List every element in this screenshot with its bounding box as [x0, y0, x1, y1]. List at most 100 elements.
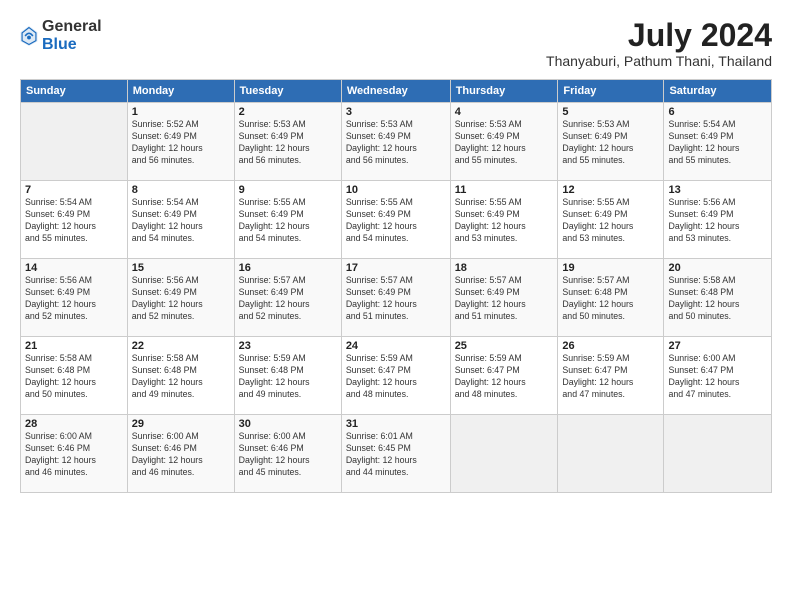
- calendar-week-2: 7Sunrise: 5:54 AMSunset: 6:49 PMDaylight…: [21, 181, 772, 259]
- day-number: 2: [239, 106, 337, 118]
- calendar-cell: 20Sunrise: 5:58 AMSunset: 6:48 PMDayligh…: [664, 259, 772, 337]
- day-number: 26: [562, 340, 659, 352]
- cell-content: Sunrise: 5:54 AMSunset: 6:49 PMDaylight:…: [132, 197, 230, 245]
- calendar-cell: 27Sunrise: 6:00 AMSunset: 6:47 PMDayligh…: [664, 337, 772, 415]
- logo-blue: Blue: [42, 36, 102, 54]
- calendar-cell: 15Sunrise: 5:56 AMSunset: 6:49 PMDayligh…: [127, 259, 234, 337]
- cell-content: Sunrise: 5:58 AMSunset: 6:48 PMDaylight:…: [132, 353, 230, 401]
- calendar-cell: 23Sunrise: 5:59 AMSunset: 6:48 PMDayligh…: [234, 337, 341, 415]
- cell-content: Sunrise: 6:01 AMSunset: 6:45 PMDaylight:…: [346, 431, 446, 479]
- cell-content: Sunrise: 6:00 AMSunset: 6:46 PMDaylight:…: [239, 431, 337, 479]
- calendar-week-5: 28Sunrise: 6:00 AMSunset: 6:46 PMDayligh…: [21, 415, 772, 493]
- day-number: 7: [25, 184, 123, 196]
- calendar-header-row: SundayMondayTuesdayWednesdayThursdayFrid…: [21, 80, 772, 103]
- day-number: 6: [668, 106, 767, 118]
- cell-content: Sunrise: 5:58 AMSunset: 6:48 PMDaylight:…: [25, 353, 123, 401]
- calendar-cell: 16Sunrise: 5:57 AMSunset: 6:49 PMDayligh…: [234, 259, 341, 337]
- day-header-thursday: Thursday: [450, 80, 558, 103]
- page-header: General Blue July 2024 Thanyaburi, Pathu…: [20, 18, 772, 69]
- day-number: 30: [239, 418, 337, 430]
- day-number: 12: [562, 184, 659, 196]
- cell-content: Sunrise: 6:00 AMSunset: 6:46 PMDaylight:…: [25, 431, 123, 479]
- calendar-cell: 19Sunrise: 5:57 AMSunset: 6:48 PMDayligh…: [558, 259, 664, 337]
- calendar-cell: 10Sunrise: 5:55 AMSunset: 6:49 PMDayligh…: [341, 181, 450, 259]
- day-number: 29: [132, 418, 230, 430]
- cell-content: Sunrise: 6:00 AMSunset: 6:46 PMDaylight:…: [132, 431, 230, 479]
- calendar-cell: 13Sunrise: 5:56 AMSunset: 6:49 PMDayligh…: [664, 181, 772, 259]
- day-number: 25: [455, 340, 554, 352]
- title-block: July 2024 Thanyaburi, Pathum Thani, Thai…: [546, 18, 772, 69]
- day-header-saturday: Saturday: [664, 80, 772, 103]
- day-number: 4: [455, 106, 554, 118]
- calendar-cell: 4Sunrise: 5:53 AMSunset: 6:49 PMDaylight…: [450, 103, 558, 181]
- calendar-cell: 9Sunrise: 5:55 AMSunset: 6:49 PMDaylight…: [234, 181, 341, 259]
- cell-content: Sunrise: 5:56 AMSunset: 6:49 PMDaylight:…: [132, 275, 230, 323]
- day-number: 5: [562, 106, 659, 118]
- cell-content: Sunrise: 5:58 AMSunset: 6:48 PMDaylight:…: [668, 275, 767, 323]
- day-number: 27: [668, 340, 767, 352]
- calendar-cell: 28Sunrise: 6:00 AMSunset: 6:46 PMDayligh…: [21, 415, 128, 493]
- cell-content: Sunrise: 5:53 AMSunset: 6:49 PMDaylight:…: [562, 119, 659, 167]
- cell-content: Sunrise: 5:57 AMSunset: 6:49 PMDaylight:…: [239, 275, 337, 323]
- calendar-cell: [21, 103, 128, 181]
- day-number: 31: [346, 418, 446, 430]
- logo-general: General: [42, 18, 102, 36]
- calendar-cell: 12Sunrise: 5:55 AMSunset: 6:49 PMDayligh…: [558, 181, 664, 259]
- day-number: 18: [455, 262, 554, 274]
- cell-content: Sunrise: 5:55 AMSunset: 6:49 PMDaylight:…: [239, 197, 337, 245]
- calendar-cell: [450, 415, 558, 493]
- cell-content: Sunrise: 5:56 AMSunset: 6:49 PMDaylight:…: [668, 197, 767, 245]
- calendar-cell: 30Sunrise: 6:00 AMSunset: 6:46 PMDayligh…: [234, 415, 341, 493]
- logo-text: General Blue: [42, 18, 102, 53]
- day-header-friday: Friday: [558, 80, 664, 103]
- cell-content: Sunrise: 6:00 AMSunset: 6:47 PMDaylight:…: [668, 353, 767, 401]
- day-number: 3: [346, 106, 446, 118]
- day-number: 11: [455, 184, 554, 196]
- day-number: 23: [239, 340, 337, 352]
- day-number: 28: [25, 418, 123, 430]
- day-number: 13: [668, 184, 767, 196]
- day-number: 20: [668, 262, 767, 274]
- calendar-cell: 1Sunrise: 5:52 AMSunset: 6:49 PMDaylight…: [127, 103, 234, 181]
- calendar-cell: 31Sunrise: 6:01 AMSunset: 6:45 PMDayligh…: [341, 415, 450, 493]
- day-number: 22: [132, 340, 230, 352]
- cell-content: Sunrise: 5:54 AMSunset: 6:49 PMDaylight:…: [25, 197, 123, 245]
- calendar-cell: 18Sunrise: 5:57 AMSunset: 6:49 PMDayligh…: [450, 259, 558, 337]
- calendar-cell: 6Sunrise: 5:54 AMSunset: 6:49 PMDaylight…: [664, 103, 772, 181]
- cell-content: Sunrise: 5:57 AMSunset: 6:49 PMDaylight:…: [455, 275, 554, 323]
- calendar-cell: 29Sunrise: 6:00 AMSunset: 6:46 PMDayligh…: [127, 415, 234, 493]
- calendar-cell: 25Sunrise: 5:59 AMSunset: 6:47 PMDayligh…: [450, 337, 558, 415]
- day-number: 15: [132, 262, 230, 274]
- location-title: Thanyaburi, Pathum Thani, Thailand: [546, 53, 772, 69]
- month-title: July 2024: [546, 18, 772, 53]
- logo: General Blue: [20, 18, 102, 53]
- day-number: 17: [346, 262, 446, 274]
- cell-content: Sunrise: 5:53 AMSunset: 6:49 PMDaylight:…: [346, 119, 446, 167]
- cell-content: Sunrise: 5:53 AMSunset: 6:49 PMDaylight:…: [239, 119, 337, 167]
- cell-content: Sunrise: 5:59 AMSunset: 6:47 PMDaylight:…: [455, 353, 554, 401]
- day-number: 9: [239, 184, 337, 196]
- calendar-week-1: 1Sunrise: 5:52 AMSunset: 6:49 PMDaylight…: [21, 103, 772, 181]
- calendar-week-4: 21Sunrise: 5:58 AMSunset: 6:48 PMDayligh…: [21, 337, 772, 415]
- calendar-cell: 2Sunrise: 5:53 AMSunset: 6:49 PMDaylight…: [234, 103, 341, 181]
- cell-content: Sunrise: 5:55 AMSunset: 6:49 PMDaylight:…: [455, 197, 554, 245]
- cell-content: Sunrise: 5:57 AMSunset: 6:49 PMDaylight:…: [346, 275, 446, 323]
- calendar-cell: 7Sunrise: 5:54 AMSunset: 6:49 PMDaylight…: [21, 181, 128, 259]
- calendar-cell: 8Sunrise: 5:54 AMSunset: 6:49 PMDaylight…: [127, 181, 234, 259]
- day-number: 24: [346, 340, 446, 352]
- cell-content: Sunrise: 5:59 AMSunset: 6:47 PMDaylight:…: [562, 353, 659, 401]
- calendar-table: SundayMondayTuesdayWednesdayThursdayFrid…: [20, 79, 772, 493]
- cell-content: Sunrise: 5:55 AMSunset: 6:49 PMDaylight:…: [346, 197, 446, 245]
- logo-icon: [20, 26, 38, 46]
- cell-content: Sunrise: 5:56 AMSunset: 6:49 PMDaylight:…: [25, 275, 123, 323]
- day-header-sunday: Sunday: [21, 80, 128, 103]
- calendar-cell: 21Sunrise: 5:58 AMSunset: 6:48 PMDayligh…: [21, 337, 128, 415]
- calendar-cell: 17Sunrise: 5:57 AMSunset: 6:49 PMDayligh…: [341, 259, 450, 337]
- cell-content: Sunrise: 5:59 AMSunset: 6:47 PMDaylight:…: [346, 353, 446, 401]
- calendar-cell: 24Sunrise: 5:59 AMSunset: 6:47 PMDayligh…: [341, 337, 450, 415]
- calendar-cell: 3Sunrise: 5:53 AMSunset: 6:49 PMDaylight…: [341, 103, 450, 181]
- day-number: 10: [346, 184, 446, 196]
- cell-content: Sunrise: 5:55 AMSunset: 6:49 PMDaylight:…: [562, 197, 659, 245]
- cell-content: Sunrise: 5:52 AMSunset: 6:49 PMDaylight:…: [132, 119, 230, 167]
- calendar-cell: [664, 415, 772, 493]
